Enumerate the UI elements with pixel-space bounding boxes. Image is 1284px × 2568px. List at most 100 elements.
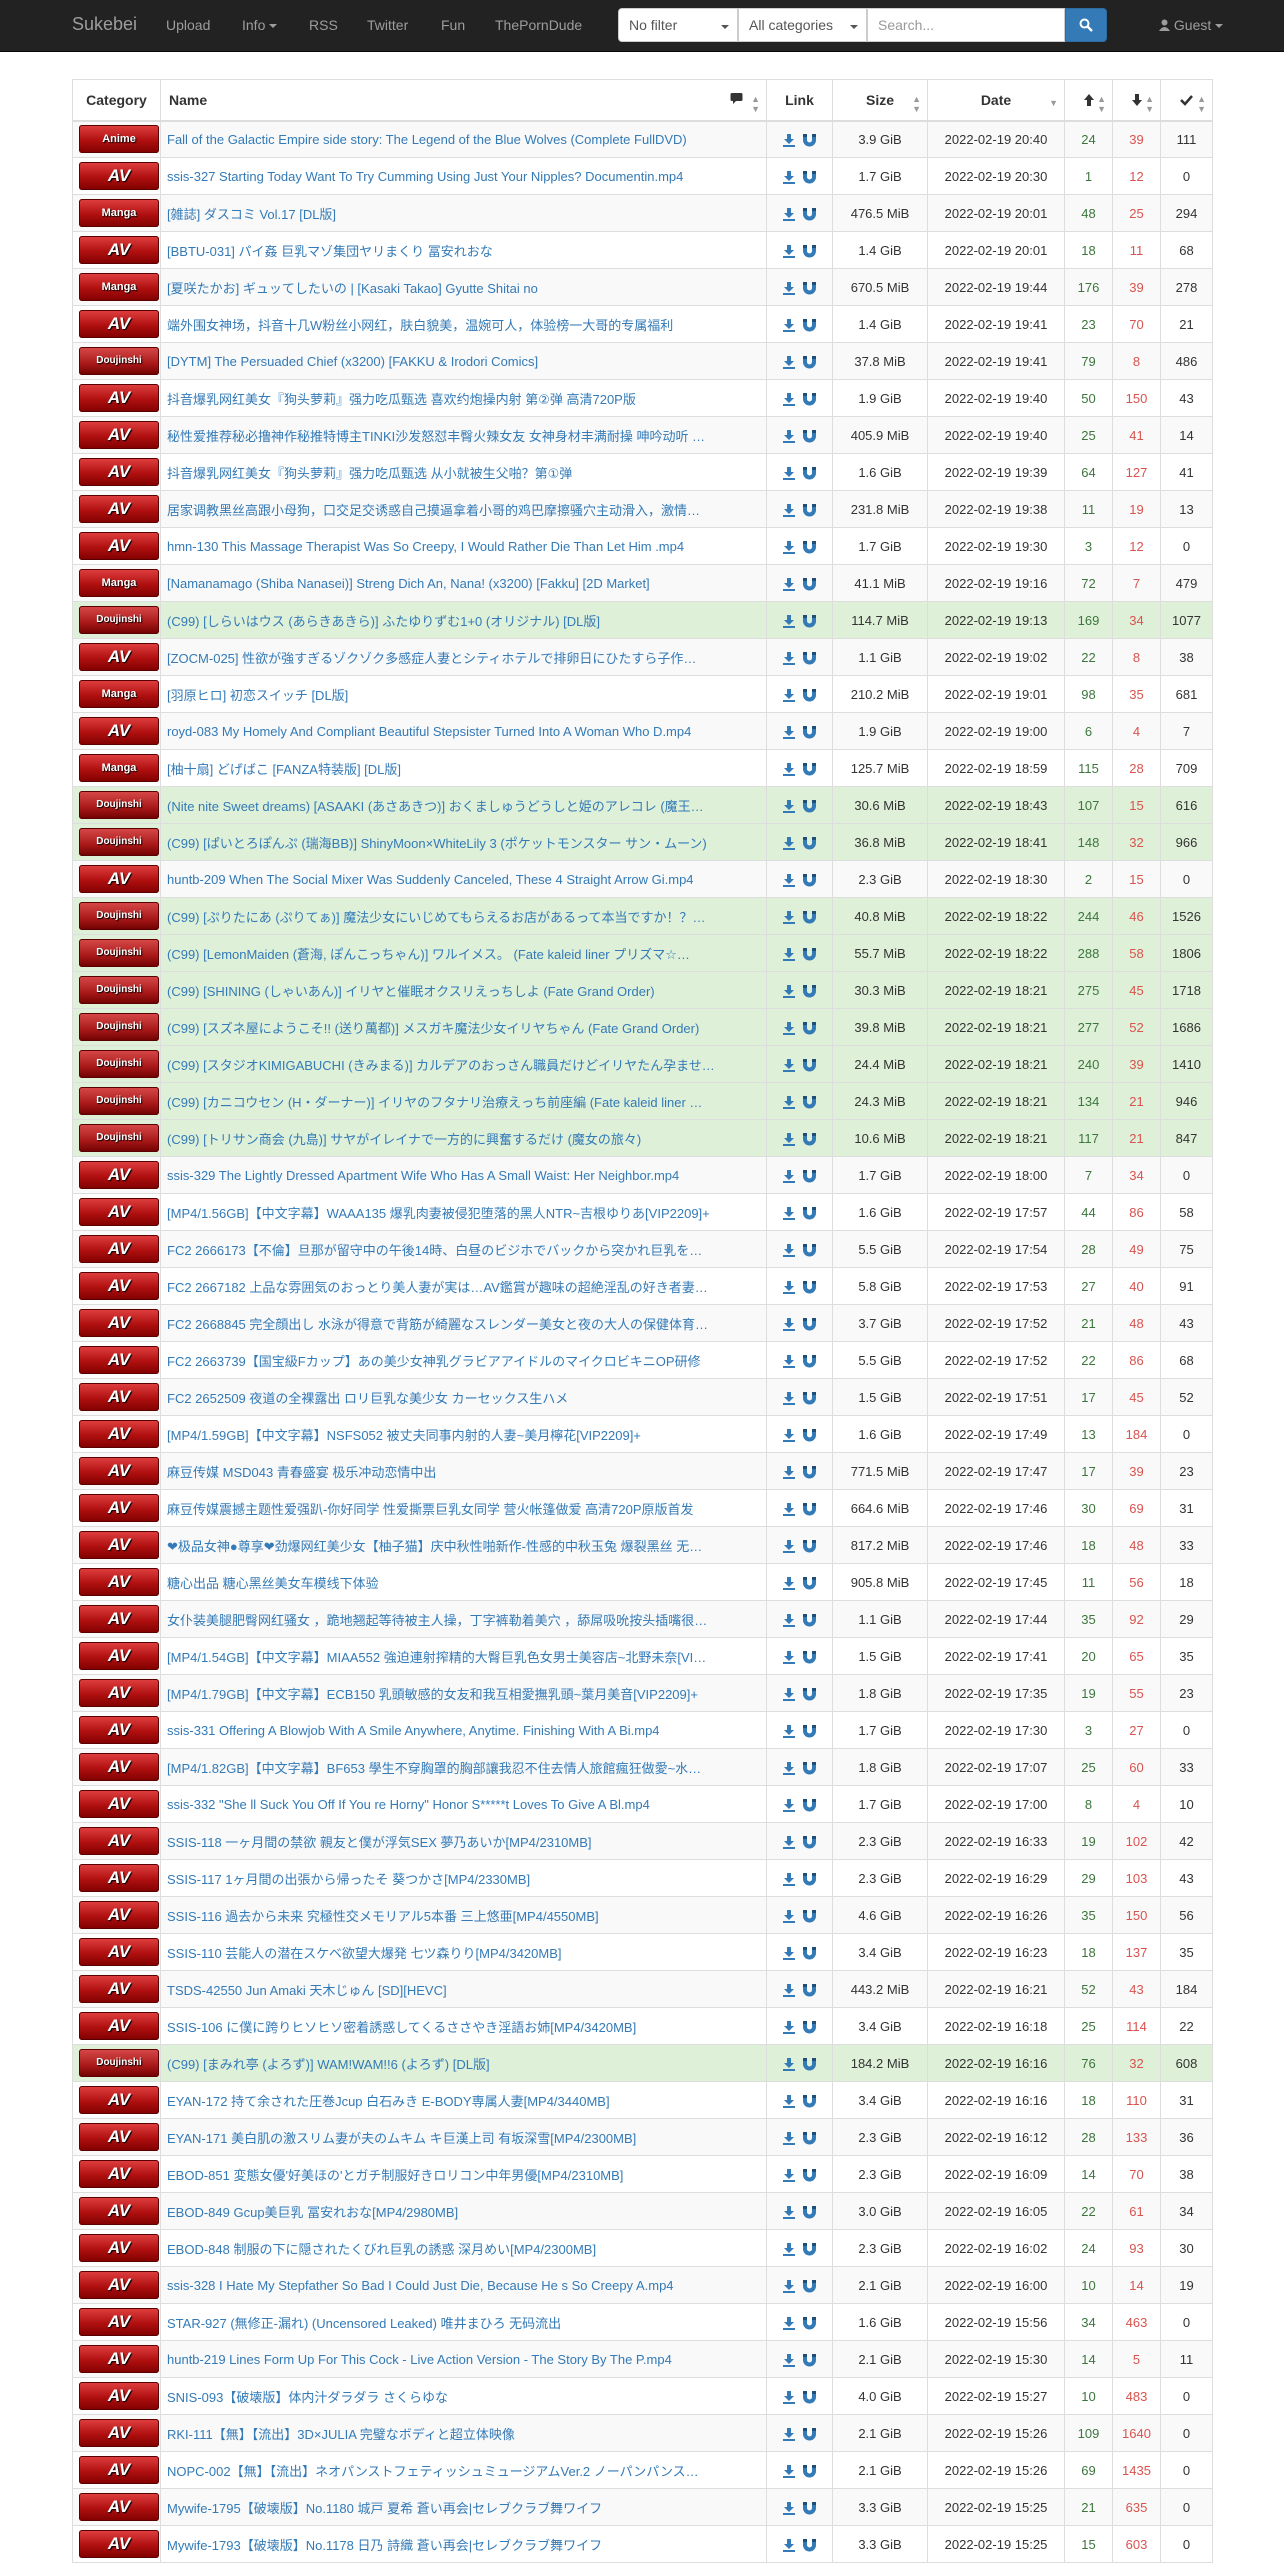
download-icon[interactable]	[783, 1872, 796, 1886]
torrent-title-link[interactable]: SNIS-093【破壊版】体内汁ダラダラ さくらゆな	[167, 2390, 448, 2405]
download-icon[interactable]	[783, 503, 796, 517]
torrent-title-link[interactable]: 端外围女神场，抖音十几W粉丝小网红，肤白貌美，温婉可人，体验榜一大哥的专属福利	[167, 318, 673, 333]
download-icon[interactable]	[783, 1687, 796, 1701]
magnet-icon[interactable]	[802, 1465, 816, 1479]
magnet-icon[interactable]	[802, 2242, 816, 2256]
download-icon[interactable]	[783, 614, 796, 628]
category-badge[interactable]: AV	[79, 1420, 159, 1448]
category-badge[interactable]: AV	[79, 162, 159, 190]
download-icon[interactable]	[783, 688, 796, 702]
torrent-title-link[interactable]: 秘性爱推荐秘必撸神作秘推特博主TINKI沙发怒怼丰臀火辣女友 女神身材丰满耐操 …	[167, 429, 705, 444]
category-badge[interactable]: AV	[79, 236, 159, 264]
category-badge[interactable]: Doujinshi	[79, 828, 159, 856]
magnet-icon[interactable]	[802, 1539, 816, 1553]
nav-twitter[interactable]: Twitter	[367, 17, 408, 33]
torrent-title-link[interactable]: Fall of the Galactic Empire side story: …	[167, 132, 687, 147]
download-icon[interactable]	[783, 392, 796, 406]
comments-icon[interactable]	[730, 92, 746, 109]
magnet-icon[interactable]	[802, 1243, 816, 1257]
category-badge[interactable]: AV	[79, 458, 159, 486]
torrent-title-link[interactable]: SSIS-106 に僕に跨りヒソヒソ密着誘惑してくるささやき淫語お姉[MP4/3…	[167, 2020, 636, 2035]
torrent-title-link[interactable]: EBOD-848 制服の下に隠されたくびれ巨乳の誘惑 深月めい[MP4/2300…	[167, 2242, 596, 2257]
category-badge[interactable]: Manga	[79, 754, 159, 782]
category-badge[interactable]: AV	[79, 2530, 159, 2558]
torrent-title-link[interactable]: SSIS-110 芸能人の潜在スケベ欲望大爆発 七ツ森りり[MP4/3420MB…	[167, 1946, 562, 1961]
torrent-title-link[interactable]: SSIS-117 1ヶ月間の出張から帰ったそ 葵つかさ[MP4/2330MB]	[167, 1872, 530, 1887]
magnet-icon[interactable]	[802, 577, 816, 591]
magnet-icon[interactable]	[802, 688, 816, 702]
category-badge[interactable]: Doujinshi	[79, 976, 159, 1004]
magnet-icon[interactable]	[802, 1835, 816, 1849]
torrent-title-link[interactable]: 糖心出品 糖心黑丝美女车模线下体验	[167, 1576, 379, 1591]
torrent-title-link[interactable]: 抖音爆乳网红美女『狗头萝莉』强力吃瓜甄选 喜欢约炮操内射 第②弹 高清720P版	[167, 392, 636, 407]
download-icon[interactable]	[783, 2464, 796, 2478]
category-badge[interactable]: Doujinshi	[79, 1013, 159, 1041]
nav-theporndude[interactable]: ThePornDude	[495, 17, 582, 33]
torrent-title-link[interactable]: FC2 2668845 完全顔出し 水泳が得意で背筋が綺麗なスレンダー美女と夜の…	[167, 1317, 708, 1332]
category-badge[interactable]: Doujinshi	[79, 2049, 159, 2077]
download-icon[interactable]	[783, 2538, 796, 2552]
download-icon[interactable]	[783, 1650, 796, 1664]
magnet-icon[interactable]	[802, 799, 816, 813]
download-icon[interactable]	[783, 1280, 796, 1294]
category-badge[interactable]: AV	[79, 1975, 159, 2003]
category-badge[interactable]: AV	[79, 717, 159, 745]
site-brand[interactable]: Sukebei	[72, 14, 137, 35]
category-badge[interactable]: AV	[79, 1346, 159, 1374]
nav-info[interactable]: Info	[242, 17, 278, 33]
magnet-icon[interactable]	[802, 1724, 816, 1738]
download-icon[interactable]	[783, 2057, 796, 2071]
magnet-icon[interactable]	[802, 1502, 816, 1516]
header-name[interactable]: Name ▲ ▼	[160, 79, 767, 122]
torrent-title-link[interactable]: FC2 2667182 上品な雰囲気のおっとり美人妻が実は…AV鑑賞が趣味の超絶…	[167, 1280, 708, 1295]
category-badge[interactable]: AV	[79, 2345, 159, 2373]
magnet-icon[interactable]	[802, 1872, 816, 1886]
category-badge[interactable]: AV	[79, 1864, 159, 1892]
download-icon[interactable]	[783, 1428, 796, 1442]
magnet-icon[interactable]	[802, 2020, 816, 2034]
torrent-title-link[interactable]: ssis-332 "She ll Suck You Off If You re …	[167, 1797, 650, 1812]
magnet-icon[interactable]	[802, 2390, 816, 2404]
torrent-title-link[interactable]: 麻豆传媒 MSD043 青春盛宴 极乐冲动恋情中出	[167, 1465, 436, 1480]
torrent-title-link[interactable]: (C99) [しらいはウス (あらきあきら)] ふたゆりずむ1+0 (オリジナル…	[167, 614, 600, 629]
magnet-icon[interactable]	[802, 2279, 816, 2293]
magnet-icon[interactable]	[802, 1391, 816, 1405]
category-badge[interactable]: Doujinshi	[79, 1087, 159, 1115]
magnet-icon[interactable]	[802, 2538, 816, 2552]
category-badge[interactable]: AV	[79, 2419, 159, 2447]
category-badge[interactable]: AV	[79, 1827, 159, 1855]
guest-menu[interactable]: Guest	[1159, 17, 1224, 33]
torrent-title-link[interactable]: 女仆装美腿肥臀网红骚女 ，跪地翘起等待被主人操，丁字裤勒着美穴 ，舔屌吸吮按头插…	[167, 1613, 707, 1628]
torrent-title-link[interactable]: EYAN-171 美白肌の激スリム妻が夫のムキム キ巨漢上司 有坂深雪[MP4/…	[167, 2131, 636, 2146]
category-badge[interactable]: AV	[79, 421, 159, 449]
torrent-title-link[interactable]: STAR-927 (無修正-漏れ) (Uncensored Leaked) 唯井…	[167, 2316, 561, 2331]
magnet-icon[interactable]	[802, 2094, 816, 2108]
magnet-icon[interactable]	[802, 1798, 816, 1812]
category-badge[interactable]: AV	[79, 1790, 159, 1818]
magnet-icon[interactable]	[802, 540, 816, 554]
download-icon[interactable]	[783, 1354, 796, 1368]
torrent-title-link[interactable]: 抖音爆乳网红美女『狗头萝莉』强力吃瓜甄选 从小就被生父啪？第①弹	[167, 466, 572, 481]
category-badge[interactable]: AV	[79, 1309, 159, 1337]
download-icon[interactable]	[783, 1539, 796, 1553]
torrent-title-link[interactable]: 居家调教黑丝高跟小母狗，口交足交诱惑自己摸逼拿着小哥的鸡巴摩擦骚穴主动滑入，激情…	[167, 503, 700, 518]
download-icon[interactable]	[783, 2168, 796, 2182]
download-icon[interactable]	[783, 2501, 796, 2515]
torrent-title-link[interactable]: [柚十扇] どげばこ [FANZA特装版] [DL版]	[167, 762, 401, 777]
download-icon[interactable]	[783, 207, 796, 221]
category-badge[interactable]: Doujinshi	[79, 791, 159, 819]
magnet-icon[interactable]	[802, 651, 816, 665]
download-icon[interactable]	[783, 1946, 796, 1960]
magnet-icon[interactable]	[802, 1132, 816, 1146]
magnet-icon[interactable]	[802, 1021, 816, 1035]
download-icon[interactable]	[783, 984, 796, 998]
download-icon[interactable]	[783, 2242, 796, 2256]
category-badge[interactable]: AV	[79, 2012, 159, 2040]
download-icon[interactable]	[783, 1206, 796, 1220]
search-input[interactable]: Search...	[867, 8, 1065, 42]
torrent-title-link[interactable]: [MP4/1.82GB]【中文字幕】BF653 學生不穿胸罩的胸部讓我忍不住去情…	[167, 1761, 701, 1776]
magnet-icon[interactable]	[802, 1650, 816, 1664]
torrent-title-link[interactable]: ssis-331 Offering A Blowjob With A Smile…	[167, 1723, 660, 1738]
torrent-title-link[interactable]: [MP4/1.54GB]【中文字幕】MIAA552 強迫連射搾精的大臀巨乳色女男…	[167, 1650, 706, 1665]
download-icon[interactable]	[783, 1576, 796, 1590]
